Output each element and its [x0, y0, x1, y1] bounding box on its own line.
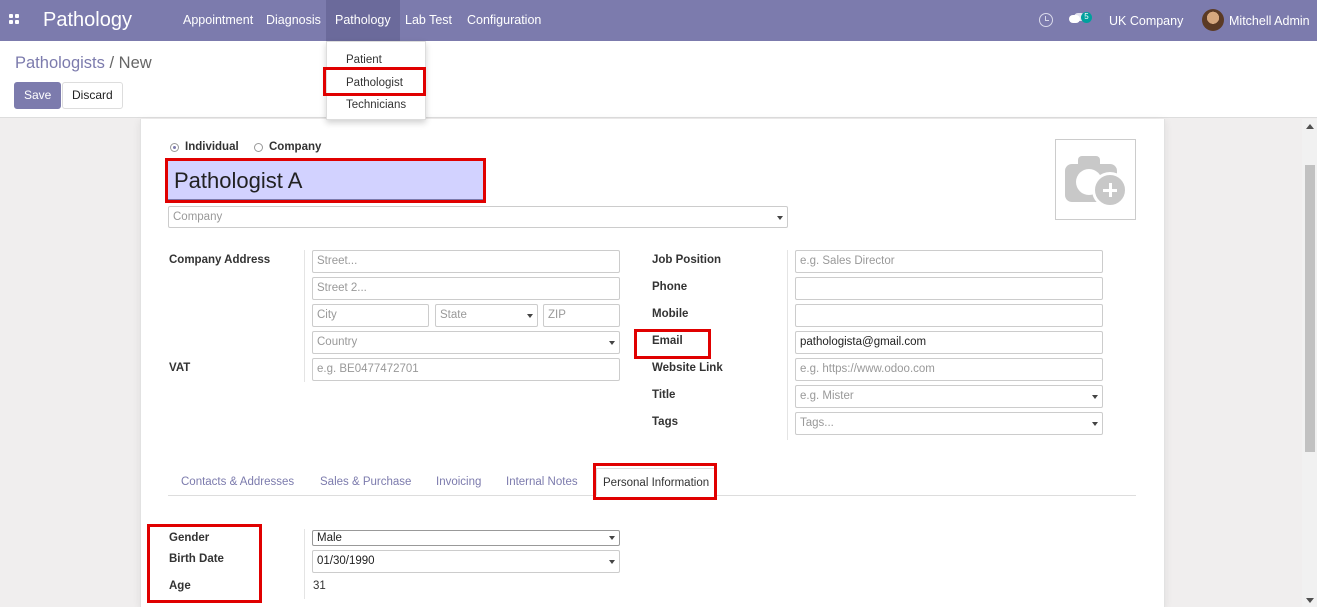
- clock-icon[interactable]: [1039, 13, 1053, 27]
- menu-diagnosis[interactable]: Diagnosis: [257, 0, 330, 41]
- tags-select[interactable]: Tags...: [795, 412, 1103, 435]
- company-switcher[interactable]: UK Company: [1109, 14, 1183, 28]
- breadcrumb-current: New: [118, 54, 152, 72]
- caret-down-icon: [1092, 422, 1098, 426]
- birth-date-input[interactable]: 01/30/1990: [312, 550, 620, 573]
- tab-personal-information[interactable]: Personal Information: [596, 468, 717, 496]
- company-address-label: Company Address: [169, 254, 271, 266]
- photo-upload[interactable]: [1055, 139, 1136, 220]
- city-input[interactable]: City: [312, 304, 429, 327]
- vat-label: VAT: [169, 362, 191, 374]
- radio-individual[interactable]: [170, 143, 179, 152]
- birth-date-label: Birth Date: [169, 553, 224, 565]
- age-value: 31: [313, 580, 326, 592]
- mobile-label: Mobile: [652, 308, 689, 320]
- caret-down-icon: [609, 536, 615, 540]
- radio-company-label[interactable]: Company: [269, 141, 321, 153]
- divider: [304, 250, 305, 382]
- radio-company[interactable]: [254, 143, 263, 152]
- tab-sales-purchase[interactable]: Sales & Purchase: [320, 476, 411, 488]
- breadcrumb-parent[interactable]: Pathologists: [15, 54, 105, 72]
- tags-label: Tags: [652, 416, 678, 428]
- message-count-badge: 5: [1081, 12, 1092, 23]
- user-menu[interactable]: Mitchell Admin: [1229, 14, 1310, 28]
- radio-individual-label[interactable]: Individual: [185, 141, 239, 153]
- app-brand[interactable]: Pathology: [43, 9, 132, 32]
- breadcrumb-separator: /: [104, 54, 119, 72]
- gender-label: Gender: [169, 532, 210, 544]
- scrollbar-thumb[interactable]: [1305, 165, 1315, 452]
- country-placeholder: Country: [317, 336, 358, 348]
- menu-appointment[interactable]: Appointment: [174, 0, 262, 41]
- email-input[interactable]: pathologista@gmail.com: [795, 331, 1103, 354]
- street2-input[interactable]: Street 2...: [312, 277, 620, 300]
- caret-down-icon: [609, 560, 615, 564]
- caret-down-icon: [1092, 395, 1098, 399]
- mobile-input[interactable]: [795, 304, 1103, 327]
- menu-pathology[interactable]: Pathology: [326, 0, 400, 41]
- dropdown-item-pathologist[interactable]: Pathologist: [346, 77, 403, 89]
- zip-input[interactable]: ZIP: [543, 304, 620, 327]
- caret-down-icon: [527, 314, 533, 318]
- title-select[interactable]: e.g. Mister: [795, 385, 1103, 408]
- street-input[interactable]: Street...: [312, 250, 620, 273]
- control-panel: Pathologists / New Save Discard: [0, 41, 1317, 118]
- company-select[interactable]: Company: [168, 206, 788, 228]
- dropdown-item-patient[interactable]: Patient: [346, 54, 382, 66]
- title-label: Title: [652, 389, 676, 401]
- name-input[interactable]: Pathologist A: [168, 160, 483, 200]
- website-input[interactable]: e.g. https://www.odoo.com: [795, 358, 1103, 381]
- job-position-input[interactable]: e.g. Sales Director: [795, 250, 1103, 273]
- pathology-dropdown: Patient Pathologist Technicians: [326, 41, 426, 120]
- vat-input[interactable]: e.g. BE0477472701: [312, 358, 620, 381]
- apps-icon[interactable]: [9, 14, 21, 26]
- website-label: Website Link: [652, 362, 723, 374]
- country-select[interactable]: Country: [312, 331, 620, 354]
- discard-button[interactable]: Discard: [62, 82, 123, 109]
- scroll-up-icon[interactable]: [1306, 124, 1314, 129]
- caret-down-icon: [777, 216, 783, 220]
- menu-lab-test[interactable]: Lab Test: [396, 0, 461, 41]
- caret-down-icon: [609, 341, 615, 345]
- avatar[interactable]: [1202, 9, 1224, 31]
- phone-label: Phone: [652, 281, 688, 293]
- divider: [304, 529, 305, 599]
- state-placeholder: State: [440, 309, 467, 321]
- save-button[interactable]: Save: [14, 82, 62, 109]
- tags-placeholder: Tags...: [800, 417, 834, 429]
- scroll-down-icon[interactable]: [1306, 598, 1314, 603]
- gender-value: Male: [317, 532, 342, 544]
- email-label: Email: [652, 335, 683, 347]
- tab-internal-notes[interactable]: Internal Notes: [506, 476, 578, 488]
- menu-configuration[interactable]: Configuration: [458, 0, 550, 41]
- form-sheet: Individual Company Pathologist A Company…: [140, 119, 1165, 607]
- title-placeholder: e.g. Mister: [800, 390, 854, 402]
- dropdown-item-technicians[interactable]: Technicians: [346, 99, 406, 111]
- job-position-label: Job Position: [652, 254, 721, 266]
- tab-invoicing[interactable]: Invoicing: [436, 476, 481, 488]
- birth-date-value: 01/30/1990: [317, 555, 375, 567]
- add-photo-icon: [1092, 172, 1128, 208]
- company-placeholder: Company: [173, 211, 223, 223]
- breadcrumb: Pathologists / New: [15, 54, 152, 73]
- state-select[interactable]: State: [435, 304, 538, 327]
- top-navbar: Pathology Appointment Diagnosis Patholog…: [0, 0, 1317, 41]
- phone-input[interactable]: [795, 277, 1103, 300]
- age-label: Age: [169, 580, 191, 592]
- tab-contacts-addresses[interactable]: Contacts & Addresses: [181, 476, 294, 488]
- divider: [787, 250, 788, 440]
- gender-select[interactable]: Male: [312, 530, 620, 546]
